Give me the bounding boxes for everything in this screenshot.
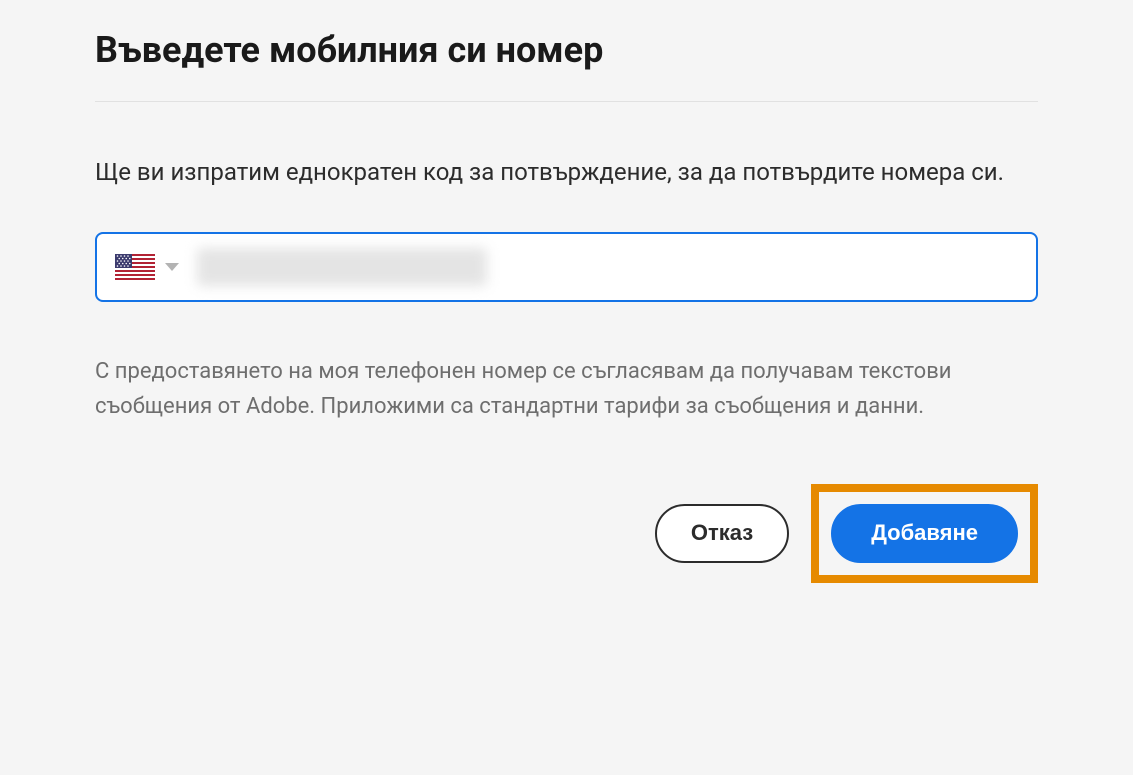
disclaimer-text: С предоставянето на моя телефонен номер … xyxy=(95,354,1038,424)
phone-input-field[interactable] xyxy=(95,232,1038,302)
country-code-selector[interactable] xyxy=(115,254,193,280)
highlight-annotation: Добавяне xyxy=(811,484,1038,582)
us-flag-icon xyxy=(115,254,155,280)
description-text: Ще ви изпратим еднократен код за потвърж… xyxy=(95,154,1038,190)
phone-number-redacted xyxy=(197,248,487,286)
divider xyxy=(95,101,1038,102)
cancel-button[interactable]: Отказ xyxy=(655,504,789,562)
add-button[interactable]: Добавяне xyxy=(831,504,1018,562)
button-row: Отказ Добавяне xyxy=(95,484,1038,582)
chevron-down-icon xyxy=(165,263,179,271)
page-title: Въведете мобилния си номер xyxy=(95,28,1038,73)
